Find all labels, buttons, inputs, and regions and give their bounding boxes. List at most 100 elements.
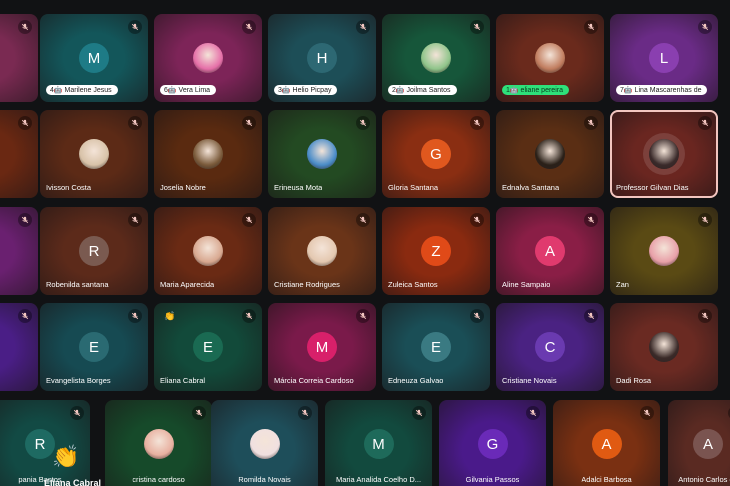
participant-tile[interactable]: E Evangelista Borges bbox=[40, 303, 148, 391]
participant-name: Cristiane Novais bbox=[502, 376, 557, 385]
avatar-initial: L bbox=[649, 43, 679, 73]
participant-tile[interactable]: Ednalva Santana bbox=[496, 110, 604, 198]
avatar-photo bbox=[535, 43, 565, 73]
participant-tile[interactable] bbox=[0, 14, 38, 102]
participant-tile[interactable]: 1🤖 eliane pereira bbox=[496, 14, 604, 102]
avatar-initial: R bbox=[25, 429, 55, 459]
avatar-photo bbox=[649, 236, 679, 266]
avatar-initial: A bbox=[591, 429, 622, 459]
avatar-initial: R bbox=[79, 236, 109, 266]
participant-tile[interactable]: Cristiane Rodrigues bbox=[268, 207, 376, 295]
participant-name: Zuleica Santos bbox=[388, 280, 438, 289]
participant-tile[interactable]: Dadi Rosa bbox=[610, 303, 718, 391]
participant-tile[interactable]: M Márcia Correia Cardoso bbox=[268, 303, 376, 391]
participant-tile[interactable]: cristina cardoso bbox=[105, 400, 212, 486]
participant-tile[interactable]: 2🤖 Joilma Santos bbox=[382, 14, 490, 102]
participant-tile[interactable]: G Gilvania Passos bbox=[439, 400, 546, 486]
participant-tile[interactable]: H 3🤖 Helio Picpay bbox=[268, 14, 376, 102]
participant-tile[interactable]: Zan bbox=[610, 207, 718, 295]
participant-tile[interactable]: Maria Aparecida bbox=[154, 207, 262, 295]
mic-muted-icon bbox=[192, 406, 206, 420]
participant-tile[interactable]: Ivisson Costa bbox=[40, 110, 148, 198]
participant-name-overflow: Eliana Cabral bbox=[44, 478, 102, 486]
participant-tile[interactable]: E Edneuza Galvao bbox=[382, 303, 490, 391]
participant-tile[interactable]: M 4🤖 Marilene Jesus bbox=[40, 14, 148, 102]
avatar-initial: M bbox=[363, 429, 394, 459]
mic-muted-icon bbox=[356, 309, 370, 323]
participant-tile[interactable]: 6🤖 Vera Lima bbox=[154, 14, 262, 102]
participant-tile[interactable]: A Antonio Carlos de bbox=[668, 400, 730, 486]
mic-muted-icon bbox=[698, 213, 712, 227]
avatar-photo bbox=[307, 236, 337, 266]
mic-muted-icon bbox=[128, 213, 142, 227]
avatar-photo bbox=[535, 139, 565, 169]
avatar-initial: H bbox=[307, 43, 337, 73]
participant-name: Edneuza Galvao bbox=[388, 376, 444, 385]
participant-tile[interactable]: L 7🤖 Lina Mascarenhas de bbox=[610, 14, 718, 102]
mic-muted-icon bbox=[128, 116, 142, 130]
avatar-photo bbox=[79, 139, 109, 169]
participant-tile[interactable]: G Gloria Santana bbox=[382, 110, 490, 198]
mic-muted-icon bbox=[70, 406, 84, 420]
participant-name: Joselia Nobre bbox=[160, 183, 206, 192]
avatar-initial: A bbox=[693, 429, 723, 459]
mic-muted-icon bbox=[242, 213, 256, 227]
avatar-initial: G bbox=[477, 429, 508, 459]
participant-name: Maria Aparecida bbox=[160, 280, 215, 289]
participant-tile[interactable]: Joselia Nobre bbox=[154, 110, 262, 198]
avatar-photo bbox=[143, 429, 174, 459]
avatar-initial: M bbox=[79, 43, 109, 73]
participant-name: Aline Sampaio bbox=[502, 280, 551, 289]
participant-tile[interactable]: Z Zuleica Santos bbox=[382, 207, 490, 295]
mic-muted-icon bbox=[18, 309, 32, 323]
participant-tile[interactable]: R Robenilda santana bbox=[40, 207, 148, 295]
mic-muted-icon bbox=[18, 213, 32, 227]
participant-name: Ivisson Costa bbox=[46, 183, 92, 192]
raised-hand-order-badge: 3🤖 Helio Picpay bbox=[274, 85, 338, 95]
participant-name: Gloria Santana bbox=[388, 183, 439, 192]
participant-tile[interactable] bbox=[0, 207, 38, 295]
participant-tile[interactable]: C Cristiane Novais bbox=[496, 303, 604, 391]
participant-name: Evangelista Borges bbox=[46, 376, 111, 385]
participant-tile[interactable]: Rpania Bastos 👏 bbox=[0, 400, 90, 486]
mic-muted-icon bbox=[470, 20, 484, 34]
participant-tile[interactable] bbox=[0, 110, 38, 198]
avatar-initial: C bbox=[535, 332, 565, 362]
mic-muted-icon bbox=[242, 116, 256, 130]
participant-tile[interactable]: A Aline Sampaio bbox=[496, 207, 604, 295]
mic-muted-icon bbox=[584, 20, 598, 34]
raised-hand-icon: 👏 bbox=[164, 311, 176, 321]
participant-tile[interactable]: M Maria Analida Coelho D... bbox=[325, 400, 432, 486]
raised-hand-order-badge: 6🤖 Vera Lima bbox=[160, 85, 217, 95]
participant-name: Márcia Correia Cardoso bbox=[274, 376, 354, 385]
raised-hand-order-badge: 1🤖 eliane pereira bbox=[502, 85, 569, 95]
participant-tile[interactable]: A Adalci Barbosa bbox=[553, 400, 660, 486]
mic-muted-icon bbox=[470, 116, 484, 130]
participant-tile[interactable]: Erineusa Mota bbox=[268, 110, 376, 198]
avatar-initial: E bbox=[421, 332, 451, 362]
participant-name: Dadi Rosa bbox=[616, 376, 652, 385]
mic-muted-icon bbox=[698, 116, 712, 130]
participant-name: Cristiane Rodrigues bbox=[274, 280, 340, 289]
participant-tile[interactable] bbox=[0, 303, 38, 391]
mic-muted-icon bbox=[356, 20, 370, 34]
avatar-initial: Z bbox=[421, 236, 451, 266]
participant-name: Romilda Novais bbox=[238, 475, 291, 484]
avatar-initial: M bbox=[307, 332, 337, 362]
mic-muted-icon bbox=[698, 309, 712, 323]
raised-hand-order-badge: 7🤖 Lina Mascarenhas de bbox=[616, 85, 708, 95]
avatar-initial: G bbox=[421, 139, 451, 169]
participant-tile[interactable]: E Eliana Cabral 👏 bbox=[154, 303, 262, 391]
avatar-photo bbox=[193, 139, 223, 169]
mic-muted-icon bbox=[242, 20, 256, 34]
avatar-photo bbox=[421, 43, 451, 73]
participant-name: cristina cardoso bbox=[132, 475, 185, 484]
participant-name: Erineusa Mota bbox=[274, 183, 323, 192]
raised-hand-order-badge: 4🤖 Marilene Jesus bbox=[46, 85, 118, 95]
raised-hand-order-badge: 2🤖 Joilma Santos bbox=[388, 85, 457, 95]
mic-muted-icon bbox=[470, 309, 484, 323]
participant-tile[interactable]: Professor Gilvan Dias bbox=[610, 110, 718, 198]
participant-tile[interactable]: Romilda Novais bbox=[211, 400, 318, 486]
mic-muted-icon bbox=[584, 116, 598, 130]
participant-name: Ednalva Santana bbox=[502, 183, 560, 192]
